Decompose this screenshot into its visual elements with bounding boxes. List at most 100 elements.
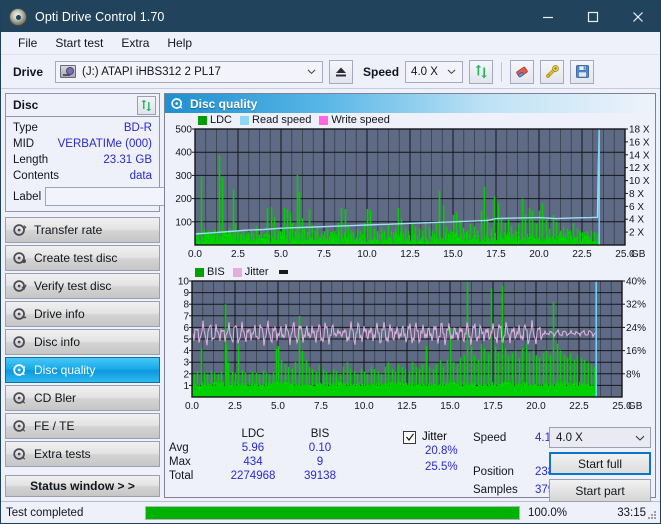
save-button[interactable] [570, 59, 595, 84]
svg-text:32%: 32% [626, 300, 646, 311]
jitter-checkbox[interactable] [403, 430, 416, 444]
sidebar-item-label: Drive info [34, 307, 85, 321]
legend-bis: BIS [195, 266, 225, 278]
refresh-icon [141, 99, 152, 111]
action-buttons: 4.0 X Start full Start part [549, 427, 651, 502]
menu-file[interactable]: File [10, 34, 45, 52]
window-title: Opti Drive Control 1.70 [35, 9, 165, 24]
stats-total-bis: 39138 [304, 470, 336, 482]
start-full-button[interactable]: Start full [549, 452, 651, 475]
legend-label-ldc: LDC [210, 114, 233, 126]
disc-quality-icon [171, 98, 183, 109]
sidebar-item-label: Create test disc [34, 251, 118, 265]
disc-row-mid: MID VERBATIMe (000) [13, 136, 152, 152]
stats-header-ldc: LDC [241, 428, 265, 440]
progress-percent: 100.0% [528, 506, 568, 519]
stats-avg-bis: 0.10 [308, 442, 332, 454]
svg-text:200: 200 [175, 194, 192, 205]
disc-type-key: Type [13, 122, 38, 134]
disc-row-type: Type BD-R [13, 120, 152, 136]
sidebar-item-disc-info[interactable]: Disc info [5, 329, 160, 355]
stats-row-label-total: Total [169, 470, 194, 482]
menu-help[interactable]: Help [159, 34, 200, 52]
wrench-icon [546, 64, 559, 78]
svg-text:20.0: 20.0 [529, 249, 549, 260]
test-speed-value: 4.0 X [556, 431, 583, 444]
status-window-label: Status window > > [30, 479, 135, 493]
menu-bar: File Start test Extra Help [1, 32, 660, 55]
disc-refresh-button[interactable] [137, 95, 156, 115]
svg-text:0.0: 0.0 [185, 401, 199, 412]
eject-button[interactable] [329, 59, 354, 84]
sidebar-item-disc-quality[interactable]: Disc quality [5, 357, 160, 383]
app-disc-icon [9, 7, 27, 26]
drive-select[interactable]: (J:) ATAPI iHBS312 2 PL17 [55, 60, 324, 83]
main-panel-title: Disc quality [190, 96, 258, 111]
chart-bis-jitter: BIS Jitter 1 2 3 4 5 6 7 8 9 10 8% 16% 24% 32% 40% 0.0 2… [165, 265, 655, 417]
chevron-down-icon [307, 69, 316, 74]
sidebar-item-transfer-rate[interactable]: Transfer rate [5, 217, 160, 243]
legend-swatch-ldc [198, 115, 207, 125]
status-text: Test completed [6, 506, 84, 519]
sidebar-item-fe-te[interactable]: FE / TE [5, 413, 160, 439]
drive-device-icon [60, 65, 77, 78]
svg-text:7.5: 7.5 [317, 249, 331, 260]
legend-swatch-write-speed [319, 115, 329, 125]
start-full-label: Start full [577, 456, 622, 471]
svg-text:16%: 16% [626, 346, 646, 357]
disc-length-value: 23.31 GB [103, 154, 152, 166]
svg-text:2: 2 [183, 369, 189, 380]
main-panel: Disc quality LDC Read speed Write speed … [164, 93, 656, 502]
svg-text:0.0: 0.0 [188, 249, 202, 260]
sidebar-item-label: Extra tests [34, 447, 91, 461]
tools-button[interactable] [540, 59, 565, 84]
resize-grip-icon[interactable] [646, 509, 658, 521]
sidebar-item-label: CD Bler [34, 391, 77, 405]
sidebar-item-drive-info[interactable]: Drive info [5, 301, 160, 327]
sidebar-item-verify-test-disc[interactable]: Verify test disc [5, 273, 160, 299]
maximize-button[interactable] [570, 1, 615, 32]
svg-text:400: 400 [175, 148, 192, 159]
chart-ldc-readspeed: LDC Read speed Write speed 100 200 300 400 5… [165, 113, 655, 265]
floppy-save-icon [575, 65, 589, 78]
svg-text:18 X: 18 X [629, 125, 650, 136]
svg-text:10: 10 [178, 277, 190, 288]
menu-extra[interactable]: Extra [113, 34, 157, 52]
disc-mid-value: VERBATIMe (000) [57, 138, 152, 150]
test-speed-select[interactable]: 4.0 X [549, 427, 651, 448]
stats-row-label-avg: Avg [169, 442, 189, 454]
nav-list: Transfer rate Create test disc Verify te… [5, 217, 160, 467]
minimize-button[interactable] [525, 1, 570, 32]
legend-label-read-speed: Read speed [252, 114, 312, 126]
sidebar-item-label: Disc info [34, 335, 81, 349]
sidebar-item-cd-bler[interactable]: CD Bler [5, 385, 160, 411]
status-window-button[interactable]: Status window > > [5, 475, 160, 497]
svg-text:8: 8 [183, 300, 189, 311]
start-part-button[interactable]: Start part [549, 479, 651, 502]
close-button[interactable] [615, 1, 660, 32]
disc-info-panel: Disc Type BD-R MID VERBATIMe (000) Lengt… [5, 93, 246, 212]
svg-text:6: 6 [183, 323, 189, 334]
speed-select[interactable]: 4.0 X [405, 60, 464, 83]
sidebar-item-create-test-disc[interactable]: Create test disc [5, 245, 160, 271]
svg-text:2.5: 2.5 [228, 401, 242, 412]
menu-start-test[interactable]: Start test [47, 34, 111, 52]
disc-label-row: Label [13, 186, 246, 207]
svg-text:GB: GB [628, 401, 643, 412]
legend-marker-extra [278, 270, 288, 274]
legend-label-bis: BIS [207, 266, 225, 278]
sidebar-item-extra-tests[interactable]: Extra tests [5, 441, 160, 467]
svg-text:15.0: 15.0 [443, 249, 463, 260]
jitter-avg-value: 20.8% [425, 445, 458, 457]
svg-text:14 X: 14 X [629, 150, 650, 161]
legend-jitter: Jitter [232, 266, 269, 278]
disc-contents-value: data [129, 170, 152, 182]
svg-text:12.5: 12.5 [397, 401, 417, 412]
refresh-button[interactable] [469, 59, 494, 84]
progress-bar-fill [146, 506, 519, 519]
chart-bottom-svg: 12345678910 8% 16% 24% 32% 40% 0.0 2.5 5.0 7.5 10.… [178, 277, 646, 413]
erase-button[interactable] [510, 59, 535, 84]
svg-text:3: 3 [183, 358, 189, 369]
stats-max-bis: 9 [316, 456, 324, 468]
